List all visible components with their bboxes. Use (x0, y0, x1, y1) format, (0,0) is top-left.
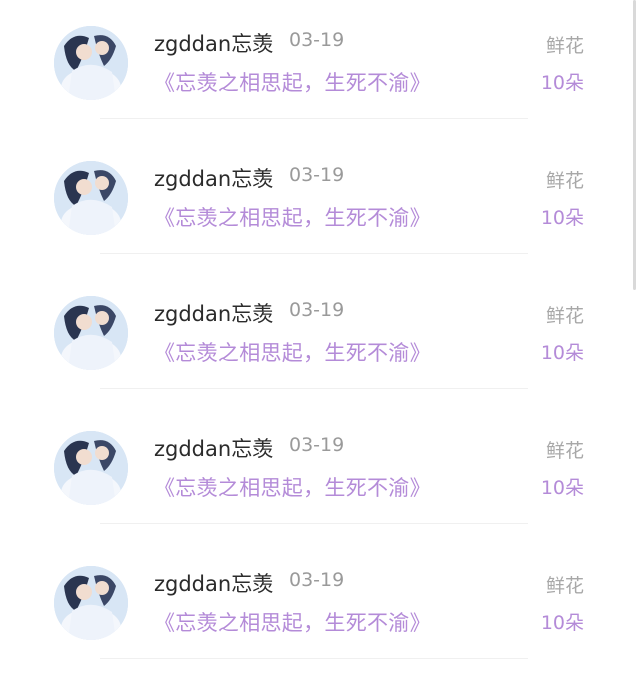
username[interactable]: zgddan忘羡 (154, 298, 273, 328)
work-title-link[interactable]: 《忘羡之相思起，生死不渝》 (154, 337, 431, 367)
work-title-link[interactable]: 《忘羡之相思起，生死不渝》 (154, 67, 431, 97)
gift-count: 10朵 (540, 342, 584, 364)
avatar[interactable] (54, 431, 128, 505)
record-date: 03-19 (289, 434, 345, 456)
avatar[interactable] (54, 566, 128, 640)
gift-record-list: zgddan忘羡 03-19 《忘羡之相思起，生死不渝》 鲜花 10朵 zgdd… (0, 0, 640, 674)
list-item[interactable]: zgddan忘羡 03-19 《忘羡之相思起，生死不渝》 鲜花 10朵 (0, 270, 628, 405)
avatar[interactable] (54, 296, 128, 370)
gift-name: 鲜花 (545, 575, 584, 597)
list-item[interactable]: zgddan忘羡 03-19 《忘羡之相思起，生死不渝》 鲜花 10朵 (0, 540, 628, 674)
record-date: 03-19 (289, 164, 345, 186)
list-item[interactable]: zgddan忘羡 03-19 《忘羡之相思起，生死不渝》 鲜花 10朵 (0, 135, 628, 270)
work-title-link[interactable]: 《忘羡之相思起，生死不渝》 (154, 202, 431, 232)
gift-count: 10朵 (540, 612, 584, 634)
username[interactable]: zgddan忘羡 (154, 163, 273, 193)
username[interactable]: zgddan忘羡 (154, 568, 273, 598)
scrollbar[interactable] (633, 0, 636, 290)
divider (100, 253, 528, 254)
record-date: 03-19 (289, 29, 345, 51)
gift-name: 鲜花 (545, 305, 584, 327)
gift-name: 鲜花 (545, 440, 584, 462)
record-date: 03-19 (289, 299, 345, 321)
list-item[interactable]: zgddan忘羡 03-19 《忘羡之相思起，生死不渝》 鲜花 10朵 (0, 405, 628, 540)
username[interactable]: zgddan忘羡 (154, 28, 273, 58)
divider (100, 658, 528, 659)
avatar[interactable] (54, 26, 128, 100)
work-title-link[interactable]: 《忘羡之相思起，生死不渝》 (154, 607, 431, 637)
list-item[interactable]: zgddan忘羡 03-19 《忘羡之相思起，生死不渝》 鲜花 10朵 (0, 0, 628, 135)
username[interactable]: zgddan忘羡 (154, 433, 273, 463)
divider (100, 118, 528, 119)
gift-count: 10朵 (540, 72, 584, 94)
divider (100, 523, 528, 524)
divider (100, 388, 528, 389)
work-title-link[interactable]: 《忘羡之相思起，生死不渝》 (154, 472, 431, 502)
avatar[interactable] (54, 161, 128, 235)
gift-name: 鲜花 (545, 170, 584, 192)
gift-count: 10朵 (540, 477, 584, 499)
gift-count: 10朵 (540, 207, 584, 229)
record-date: 03-19 (289, 569, 345, 591)
gift-name: 鲜花 (545, 35, 584, 57)
